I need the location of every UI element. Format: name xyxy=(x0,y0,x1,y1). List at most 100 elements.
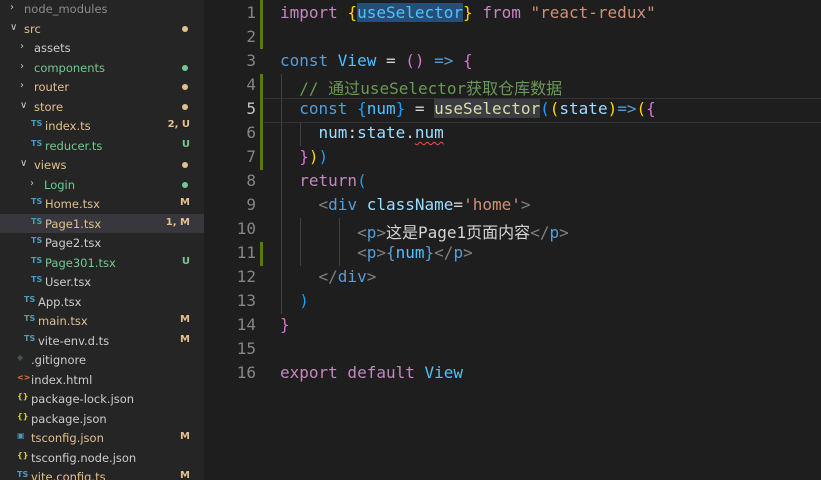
code-line[interactable]: num:state.num xyxy=(280,123,444,142)
file-item[interactable]: {} tsconfig.node.json xyxy=(0,448,204,468)
code-line[interactable]: // 通过useSelector获取仓库数据 xyxy=(280,75,562,99)
code-token: const xyxy=(280,51,338,70)
folder-item[interactable]: ∨ src xyxy=(0,19,204,39)
chevron-right-icon[interactable]: › xyxy=(20,80,24,91)
code-line[interactable]: <p>这是Page1页面内容</p> xyxy=(280,219,569,243)
code-token: p xyxy=(366,243,377,262)
code-line[interactable]: <p>{num}</p> xyxy=(280,243,473,262)
file-item[interactable]: TS Page1.tsx 1, M xyxy=(0,213,204,233)
git-changes-dot xyxy=(182,103,188,110)
file-item[interactable]: TS App.tsx xyxy=(0,292,204,312)
code-token: export default xyxy=(280,363,425,382)
folder-item[interactable]: ∨ store xyxy=(0,97,204,117)
folder-item[interactable]: › components xyxy=(0,58,204,78)
git-modified-indicator xyxy=(260,242,263,266)
code-token: () xyxy=(405,51,425,70)
file-item[interactable]: {} package-lock.json xyxy=(0,389,204,409)
file-name-label: Page301.tsx xyxy=(45,255,116,270)
file-item[interactable]: TS Page301.tsx U xyxy=(0,253,204,273)
code-line[interactable]: ) xyxy=(280,291,309,310)
code-line[interactable]: export default View xyxy=(280,363,463,382)
code-line[interactable]: </div> xyxy=(280,267,377,286)
code-token: 'home' xyxy=(463,195,521,214)
file-item[interactable]: TS reducer.ts U xyxy=(0,136,204,156)
folder-item[interactable]: › Login xyxy=(0,175,204,195)
file-name-label: components xyxy=(34,60,106,75)
file-item[interactable]: TS User.tsx xyxy=(0,272,204,292)
git-status-badge: M xyxy=(180,333,190,345)
file-item[interactable]: ▣ tsconfig.json M xyxy=(0,428,204,448)
code-line[interactable]: const View = () => { xyxy=(280,51,473,70)
code-token: { xyxy=(646,99,656,118)
file-item[interactable]: TS Home.tsx M xyxy=(0,194,204,214)
git-status-badge: U xyxy=(181,255,190,267)
code-editor[interactable]: 1 2 3 4 5 6 7 8 9 10 11 12 13 14 15 16 import {useSelec… xyxy=(204,0,821,480)
file-item[interactable]: TS vite.config.ts M xyxy=(0,467,204,480)
file-item[interactable]: <> index.html xyxy=(0,370,204,390)
file-item[interactable]: TS vite-env.d.ts M xyxy=(0,331,204,351)
code-token: => xyxy=(424,51,464,70)
code-line[interactable]: const {num} = useSelector((state)=>({ xyxy=(280,99,656,118)
chevron-right-icon[interactable]: › xyxy=(10,2,14,13)
code-token: < xyxy=(357,223,367,242)
line-number: 3 xyxy=(246,51,256,70)
file-name-label: vite-env.d.ts xyxy=(38,333,110,348)
git-changes-dot xyxy=(182,25,188,32)
code-token: } xyxy=(463,3,473,22)
json-file-icon: {} xyxy=(17,450,29,460)
git-status-badge: M xyxy=(180,470,190,480)
line-number: 6 xyxy=(246,123,256,142)
line-number: 15 xyxy=(236,339,256,358)
code-line[interactable]: } xyxy=(280,315,290,334)
chevron-down-icon[interactable]: ∨ xyxy=(20,158,27,169)
code-token: < xyxy=(318,195,329,214)
code-token: { xyxy=(347,3,358,22)
file-item[interactable]: TS index.ts 2, U xyxy=(0,116,204,136)
line-number: 9 xyxy=(246,195,256,214)
folder-item[interactable]: › router xyxy=(0,77,204,97)
file-item[interactable]: TS main.tsx M xyxy=(0,311,204,331)
code-token: View xyxy=(337,51,377,70)
code-line[interactable]: import {useSelector} from "react-redux" xyxy=(280,3,656,22)
file-name-label: assets xyxy=(34,41,71,55)
file-name-label: router xyxy=(34,80,70,94)
code-token: p xyxy=(549,223,560,242)
chevron-right-icon[interactable]: › xyxy=(20,61,24,72)
file-item[interactable]: {} package.json xyxy=(0,409,204,429)
code-token: from xyxy=(472,3,531,22)
code-line[interactable]: return( xyxy=(280,171,367,190)
line-number: 5 xyxy=(246,99,256,118)
line-number: 8 xyxy=(246,171,256,190)
code-token: </ xyxy=(318,267,338,286)
file-item[interactable]: TS Page2.tsx xyxy=(0,233,204,253)
chevron-right-icon[interactable]: › xyxy=(20,41,24,52)
folder-item[interactable]: › assets xyxy=(0,38,204,58)
chevron-right-icon[interactable]: › xyxy=(30,178,34,189)
code-token: p xyxy=(366,223,377,242)
code-token: { xyxy=(385,243,396,262)
folder-item[interactable]: ∨ views xyxy=(0,155,204,175)
code-token: View xyxy=(424,363,464,382)
folder-item[interactable]: › node_modules xyxy=(0,0,204,19)
git-modified-indicator xyxy=(260,74,263,170)
git-status-badge: 2, U xyxy=(167,119,190,130)
code-line[interactable]: })) xyxy=(280,147,328,166)
code-token: // 通过useSelector获取仓库数据 xyxy=(299,79,563,98)
ts-file-icon: TS xyxy=(31,255,43,265)
file-item[interactable]: ◆ .gitignore xyxy=(0,350,204,370)
code-token: ) xyxy=(318,147,329,166)
file-name-label: index.html xyxy=(31,372,93,387)
chevron-down-icon[interactable]: ∨ xyxy=(10,22,17,33)
git-changes-dot xyxy=(182,84,188,90)
chevron-down-icon[interactable]: ∨ xyxy=(20,100,27,111)
line-number: 2 xyxy=(246,27,256,46)
code-token: ( xyxy=(357,171,367,190)
line-number: 14 xyxy=(236,315,256,334)
code-token: num xyxy=(318,123,348,142)
code-token: > xyxy=(376,243,386,262)
code-token: import xyxy=(280,3,348,22)
code-line[interactable]: <div className='home'> xyxy=(280,195,531,214)
